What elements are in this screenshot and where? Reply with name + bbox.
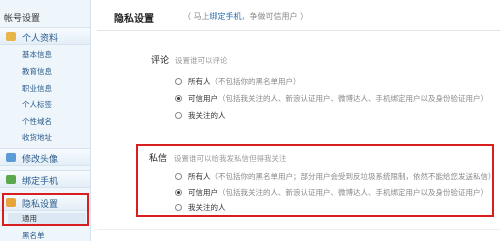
radio-button-checked[interactable] <box>175 189 182 196</box>
highlight-box-sidebar <box>2 193 89 226</box>
comment-option-trusted[interactable]: 可信用户（包括我关注的人、新浪认证用户、微博达人、手机绑定用户以及身份验证用户） <box>175 93 488 104</box>
radio-button[interactable] <box>175 78 182 85</box>
comment-option-following[interactable]: 我关注的人 <box>175 110 226 121</box>
page-title: 隐私设置 <box>114 14 154 25</box>
comment-option-all[interactable]: 所有人（不包括你的黑名单用户） <box>175 76 301 87</box>
radio-button[interactable] <box>175 173 182 180</box>
comment-label: 评论 <box>151 56 170 66</box>
sidebar-section-label: 绑定手机 <box>22 177 59 187</box>
message-option-trusted[interactable]: 可信用户（包括我关注的人、新浪认证用户、微博达人、手机绑定用户以及身份验证用户） <box>175 187 488 198</box>
sidebar-item-basic-info[interactable]: 基本信息 <box>22 49 52 60</box>
comment-hint: 设置谁可以评论 <box>175 56 228 65</box>
sidebar-item-address[interactable]: 收货地址 <box>22 132 52 143</box>
message-label: 私信 <box>149 154 168 164</box>
subtitle-suffix: ，争做可信用户 ） <box>241 12 309 21</box>
message-hint: 设置谁可以给我发私信但得我关注 <box>174 154 287 163</box>
sidebar-section-label: 修改头像 <box>22 155 59 165</box>
sidebar-item-domain[interactable]: 个性域名 <box>22 116 52 127</box>
message-option-all[interactable]: 所有人（不包括你的黑名单用户；部分用户会受到反垃圾系统限制，依然不能给您发送私信… <box>175 171 496 182</box>
sidebar-item-education[interactable]: 教育信息 <box>22 66 52 77</box>
sidebar-item-career[interactable]: 职业信息 <box>22 83 52 94</box>
phone-icon <box>6 175 16 184</box>
sidebar-item-blacklist[interactable]: 黑名单 <box>22 230 45 241</box>
avatar-icon <box>6 153 16 162</box>
bind-phone-link[interactable]: 绑定手机 <box>210 12 242 21</box>
page-subtitle: （ 马上绑定手机，争做可信用户 ） <box>183 11 308 22</box>
sidebar-title: 帐号设置 <box>4 14 41 24</box>
radio-button-checked[interactable] <box>175 95 182 102</box>
person-icon <box>6 32 16 41</box>
divider <box>97 229 500 230</box>
sidebar-item-tags[interactable]: 个人标签 <box>22 99 52 110</box>
radio-button[interactable] <box>175 112 182 119</box>
sidebar-section-avatar[interactable]: 修改头像 <box>0 148 90 166</box>
sidebar-section-profile[interactable]: 个人资料 <box>0 27 90 45</box>
divider <box>97 30 500 31</box>
sidebar-section-phone[interactable]: 绑定手机 <box>0 170 90 188</box>
radio-button[interactable] <box>175 204 182 211</box>
sidebar-section-label: 个人资料 <box>22 34 59 44</box>
message-option-following[interactable]: 我关注的人 <box>175 202 226 213</box>
subtitle-prefix: （ 马上 <box>183 12 210 21</box>
